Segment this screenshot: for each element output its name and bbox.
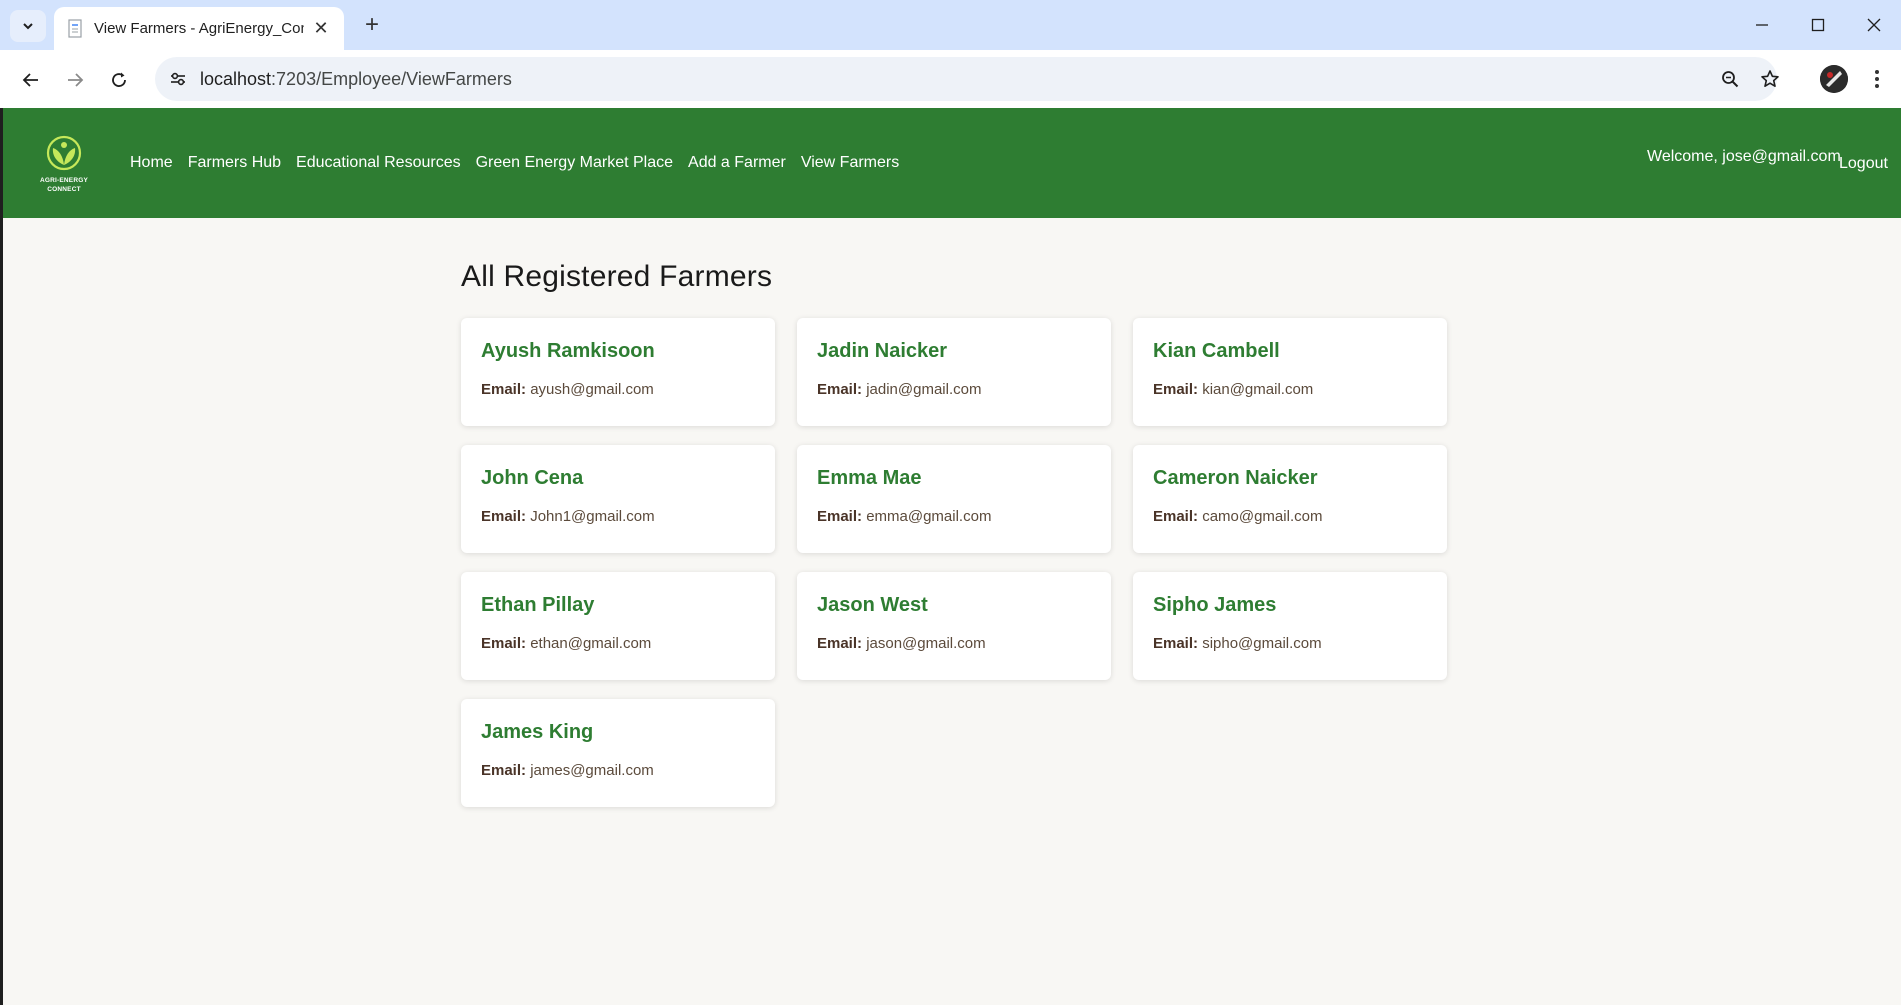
- tab-title: View Farmers - AgriEnergy_Con: [94, 20, 304, 37]
- site-navbar: AGRI-ENERGY CONNECT Home Farmers Hub Edu…: [3, 108, 1901, 218]
- maximize-icon: [1811, 18, 1825, 32]
- farmer-name: Sipho James: [1153, 594, 1277, 616]
- minimize-button[interactable]: [1740, 10, 1784, 40]
- farmer-card: Emma Mae Email: emma@gmail.com: [797, 445, 1111, 553]
- nav-link-add-a-farmer[interactable]: Add a Farmer: [688, 154, 786, 172]
- minimize-icon: [1756, 24, 1768, 26]
- farmer-email: Email: John1@gmail.com: [481, 508, 655, 525]
- browser-menu-icon[interactable]: [1866, 65, 1888, 93]
- zoom-icon[interactable]: [1719, 68, 1741, 90]
- logout-link[interactable]: Logout: [1839, 155, 1888, 173]
- farmer-email: Email: camo@gmail.com: [1153, 508, 1323, 525]
- back-button[interactable]: [16, 65, 46, 95]
- farmer-email: Email: ethan@gmail.com: [481, 635, 652, 652]
- farmer-name: Cameron Naicker: [1153, 467, 1318, 489]
- leaf-logo-icon: [46, 135, 82, 171]
- new-tab-button[interactable]: +: [358, 12, 386, 40]
- farmer-name: Jason West: [817, 594, 928, 616]
- close-icon: [1867, 18, 1881, 32]
- farmer-name: John Cena: [481, 467, 584, 489]
- agri-energy-logo[interactable]: AGRI-ENERGY CONNECT: [35, 134, 93, 194]
- farmer-card: Jadin Naicker Email: jadin@gmail.com: [797, 318, 1111, 426]
- farmer-card: Kian Cambell Email: kian@gmail.com: [1133, 318, 1447, 426]
- nav-link-home[interactable]: Home: [130, 154, 173, 172]
- address-bar[interactable]: localhost:7203/Employee/ViewFarmers: [155, 57, 1779, 101]
- farmer-card: Cameron Naicker Email: camo@gmail.com: [1133, 445, 1447, 553]
- profile-avatar[interactable]: [1820, 65, 1848, 93]
- farmer-email: Email: kian@gmail.com: [1153, 381, 1314, 398]
- close-window-button[interactable]: [1852, 10, 1896, 40]
- farmer-card: Ethan Pillay Email: ethan@gmail.com: [461, 572, 775, 680]
- farmers-grid: Ayush Ramkisoon Email: ayush@gmail.com J…: [461, 318, 1451, 807]
- farmer-card: James King Email: james@gmail.com: [461, 699, 775, 807]
- farmer-email: Email: sipho@gmail.com: [1153, 635, 1322, 652]
- browser-tab-active[interactable]: View Farmers - AgriEnergy_Con ✕: [54, 7, 344, 50]
- nav-link-farmers-hub[interactable]: Farmers Hub: [188, 154, 281, 172]
- tab-search-button[interactable]: [10, 10, 46, 42]
- page-title: All Registered Farmers: [461, 260, 773, 293]
- maximize-button[interactable]: [1796, 10, 1840, 40]
- reload-button[interactable]: [104, 65, 134, 95]
- farmer-card: Jason West Email: jason@gmail.com: [797, 572, 1111, 680]
- browser-tab-strip: View Farmers - AgriEnergy_Con ✕ +: [0, 0, 1901, 50]
- forward-button[interactable]: [60, 65, 90, 95]
- url-text: localhost:7203/Employee/ViewFarmers: [200, 69, 512, 89]
- farmer-email: Email: ayush@gmail.com: [481, 381, 654, 398]
- welcome-user-text: Welcome, jose@gmail.com: [1647, 148, 1841, 165]
- farmer-email: Email: jadin@gmail.com: [817, 381, 982, 398]
- farmer-email: Email: emma@gmail.com: [817, 508, 992, 525]
- farmer-email: Email: jason@gmail.com: [817, 635, 986, 652]
- nav-link-educational-resources[interactable]: Educational Resources: [296, 154, 461, 172]
- farmer-name: James King: [481, 721, 594, 743]
- farmer-email: Email: james@gmail.com: [481, 762, 654, 779]
- back-arrow-icon: [22, 73, 38, 87]
- farmer-card: John Cena Email: John1@gmail.com: [461, 445, 775, 553]
- farmer-name: Kian Cambell: [1153, 340, 1280, 362]
- reload-icon: [112, 72, 126, 87]
- bookmark-star-icon[interactable]: [1759, 68, 1781, 90]
- main-nav-links: Home Farmers Hub Educational Resources G…: [130, 108, 914, 218]
- page-content: AGRI-ENERGY CONNECT Home Farmers Hub Edu…: [0, 108, 1901, 1005]
- farmer-name: Emma Mae: [817, 467, 922, 489]
- farmer-name: Ayush Ramkisoon: [481, 340, 655, 362]
- nav-link-green-energy-market-place[interactable]: Green Energy Market Place: [476, 154, 673, 172]
- site-info-icon[interactable]: [167, 68, 189, 90]
- farmer-card: Sipho James Email: sipho@gmail.com: [1133, 572, 1447, 680]
- forward-arrow-icon: [68, 73, 84, 87]
- page-favicon-icon: [66, 18, 84, 39]
- farmer-name: Jadin Naicker: [817, 340, 948, 362]
- browser-toolbar: localhost:7203/Employee/ViewFarmers: [0, 50, 1901, 108]
- tab-close-icon[interactable]: ✕: [310, 18, 332, 39]
- logo-text: AGRI-ENERGY CONNECT: [39, 177, 89, 193]
- chevron-down-icon: [23, 23, 33, 30]
- farmer-card: Ayush Ramkisoon Email: ayush@gmail.com: [461, 318, 775, 426]
- farmer-name: Ethan Pillay: [481, 594, 595, 616]
- nav-link-view-farmers[interactable]: View Farmers: [801, 154, 899, 172]
